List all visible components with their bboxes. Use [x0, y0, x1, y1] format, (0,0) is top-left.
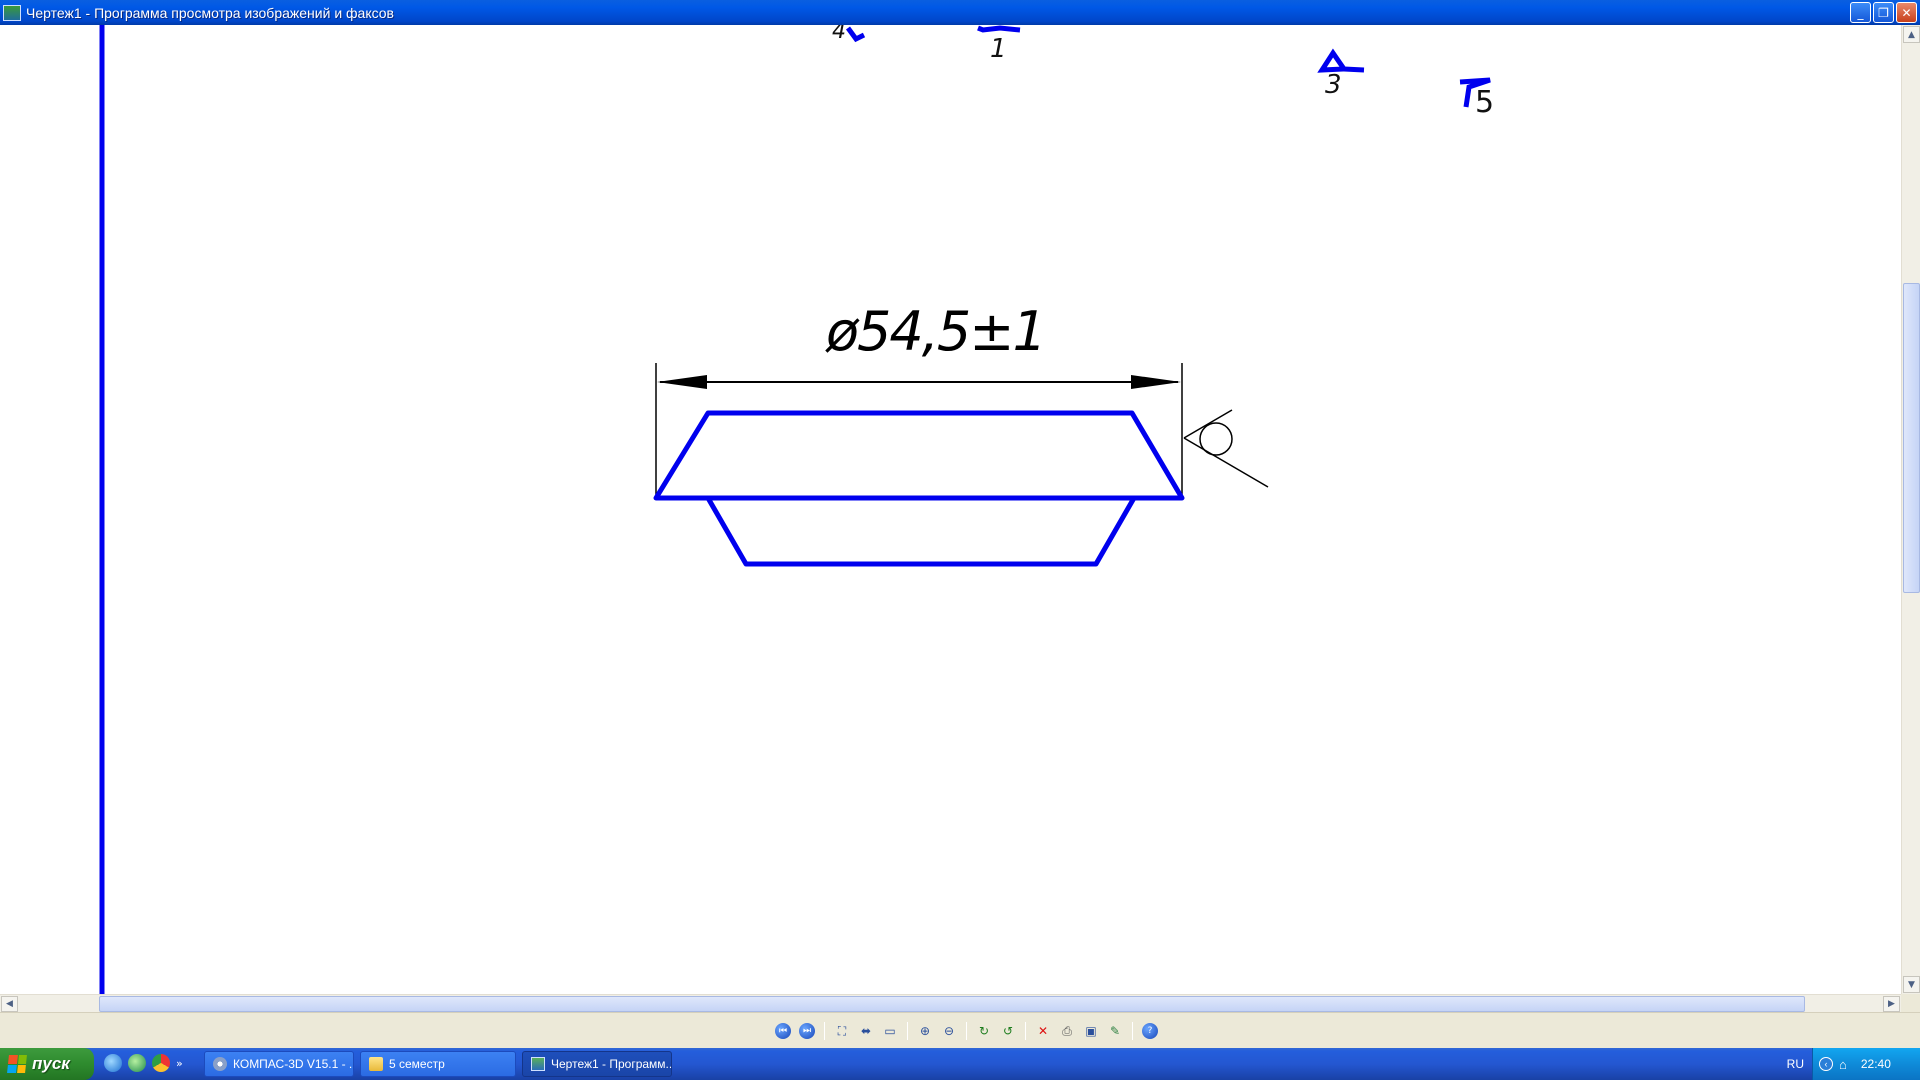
- zoom-in-button[interactable]: ⊕: [916, 1022, 934, 1040]
- dimension-arrow-left: [657, 375, 707, 389]
- image-viewer-app-icon[interactable]: [3, 4, 21, 21]
- close-button[interactable]: ✕: [1896, 2, 1917, 23]
- language-indicator[interactable]: RU: [1787, 1057, 1804, 1071]
- help-icon: ?: [1142, 1023, 1158, 1039]
- drawing-svg: 4 1 3 5 ø54,5±1: [99, 25, 1494, 994]
- task-label: КОМПАС-3D V15.1 - ...: [233, 1057, 354, 1071]
- dimension-arrow-right: [1131, 375, 1181, 389]
- task-kompas[interactable]: КОМПАС-3D V15.1 - ...: [204, 1051, 354, 1077]
- clock[interactable]: 22:40: [1861, 1057, 1891, 1071]
- scroll-down-arrow-icon[interactable]: ▼: [1903, 976, 1920, 993]
- task-label: Чертеж1 - Программ...: [551, 1057, 672, 1071]
- viewer-toolbar: ⏮ ⏭ ⛶ ⬌ ▭ ⊕ ⊖ ↻ ↺ ✕ ⎙ ▣ ✎ ?: [0, 1012, 1920, 1048]
- zoom-out-icon: ⊖: [943, 1024, 955, 1038]
- title-bar: Чертеж1 - Программа просмотра изображени…: [0, 0, 1920, 25]
- marker-5-label: 5: [1475, 85, 1494, 120]
- windows-logo-icon: [7, 1055, 27, 1073]
- marker-5: 5: [1459, 77, 1494, 120]
- task-label: 5 семестр: [389, 1057, 445, 1071]
- surface-finish-symbol: [1183, 409, 1269, 488]
- dimension-label: ø54,5±1: [825, 300, 1045, 363]
- next-image-button[interactable]: ⏭: [798, 1022, 816, 1040]
- window-title: Чертеж1 - Программа просмотра изображени…: [26, 4, 394, 21]
- delete-button[interactable]: ✕: [1034, 1022, 1052, 1040]
- task-folder[interactable]: 5 семестр: [360, 1051, 516, 1077]
- scrollbar-corner: [1901, 994, 1920, 1012]
- print-icon: ⎙: [1062, 1024, 1072, 1038]
- image-viewer-icon: [531, 1057, 545, 1071]
- save-icon: ▣: [1085, 1024, 1097, 1038]
- kompas-icon: [213, 1057, 227, 1071]
- previous-image-button[interactable]: ⏮: [774, 1022, 792, 1040]
- horizontal-scrollbar[interactable]: ◀ ▶: [0, 994, 1901, 1012]
- chrome-icon[interactable]: [152, 1054, 170, 1072]
- part-outline: [653, 410, 1185, 567]
- zoom-in-icon: ⊕: [919, 1024, 931, 1038]
- system-tray: ‹ ⌂ 22:40: [1812, 1048, 1920, 1080]
- marker-1: 1: [977, 25, 1021, 64]
- folder-icon: [369, 1057, 383, 1071]
- restore-button[interactable]: ❐: [1873, 2, 1894, 23]
- quick-launch-chevron-icon[interactable]: »: [176, 1057, 183, 1070]
- actual-size-icon: ⬌: [860, 1024, 872, 1038]
- marker-4-label: 4: [832, 25, 846, 44]
- rotate-counterclockwise-button[interactable]: ↺: [999, 1022, 1017, 1040]
- part-lower-trapezoid: [705, 496, 1137, 567]
- marker-3: 3: [1317, 48, 1365, 100]
- slideshow-icon: ▭: [884, 1024, 896, 1038]
- part-upper-trapezoid: [653, 410, 1185, 501]
- scroll-right-arrow-icon[interactable]: ▶: [1883, 996, 1900, 1012]
- task-image-viewer[interactable]: Чертеж1 - Программ...: [522, 1051, 672, 1077]
- start-label: пуск: [32, 1054, 70, 1073]
- tray-expand-chevron-icon[interactable]: ‹: [1819, 1057, 1833, 1071]
- internet-explorer-icon[interactable]: [104, 1054, 122, 1072]
- next-image-icon: ⏭: [799, 1023, 815, 1039]
- slideshow-button[interactable]: ▭: [881, 1022, 899, 1040]
- save-button[interactable]: ▣: [1082, 1022, 1100, 1040]
- network-icon[interactable]: ⌂: [1839, 1057, 1847, 1072]
- taskbar: пуск » КОМПАС-3D V15.1 - ... 5 семестр Ч…: [0, 1048, 1920, 1080]
- minimize-button[interactable]: _: [1850, 2, 1871, 23]
- rotate-clockwise-icon: ↻: [978, 1024, 990, 1038]
- quick-launch: »: [104, 1054, 183, 1072]
- start-button[interactable]: пуск: [0, 1048, 94, 1080]
- scroll-up-arrow-icon[interactable]: ▲: [1903, 26, 1920, 43]
- actual-size-button[interactable]: ⬌: [857, 1022, 875, 1040]
- rotate-clockwise-button[interactable]: ↻: [975, 1022, 993, 1040]
- zoom-out-button[interactable]: ⊖: [940, 1022, 958, 1040]
- horizontal-scroll-thumb[interactable]: [99, 996, 1805, 1012]
- vertical-scrollbar[interactable]: ▲ ▼: [1901, 25, 1920, 994]
- scroll-left-arrow-icon[interactable]: ◀: [1, 996, 18, 1012]
- marker-4: 4: [832, 25, 866, 44]
- vertical-scroll-thumb[interactable]: [1903, 283, 1920, 593]
- rotate-counterclockwise-icon: ↺: [1002, 1024, 1014, 1038]
- marker-3-label: 3: [1325, 70, 1342, 100]
- delete-icon: ✕: [1037, 1024, 1049, 1038]
- help-button[interactable]: ?: [1141, 1022, 1159, 1040]
- best-fit-icon: ⛶: [837, 1024, 847, 1038]
- print-button[interactable]: ⎙: [1058, 1022, 1076, 1040]
- previous-image-icon: ⏮: [775, 1023, 791, 1039]
- marker-1-label: 1: [990, 34, 1007, 64]
- globe-icon[interactable]: [128, 1054, 146, 1072]
- open-in-editor-button[interactable]: ✎: [1106, 1022, 1124, 1040]
- best-fit-button[interactable]: ⛶: [833, 1022, 851, 1040]
- open-in-editor-icon: ✎: [1109, 1024, 1121, 1038]
- image-canvas[interactable]: 4 1 3 5 ø54,5±1: [0, 25, 1901, 994]
